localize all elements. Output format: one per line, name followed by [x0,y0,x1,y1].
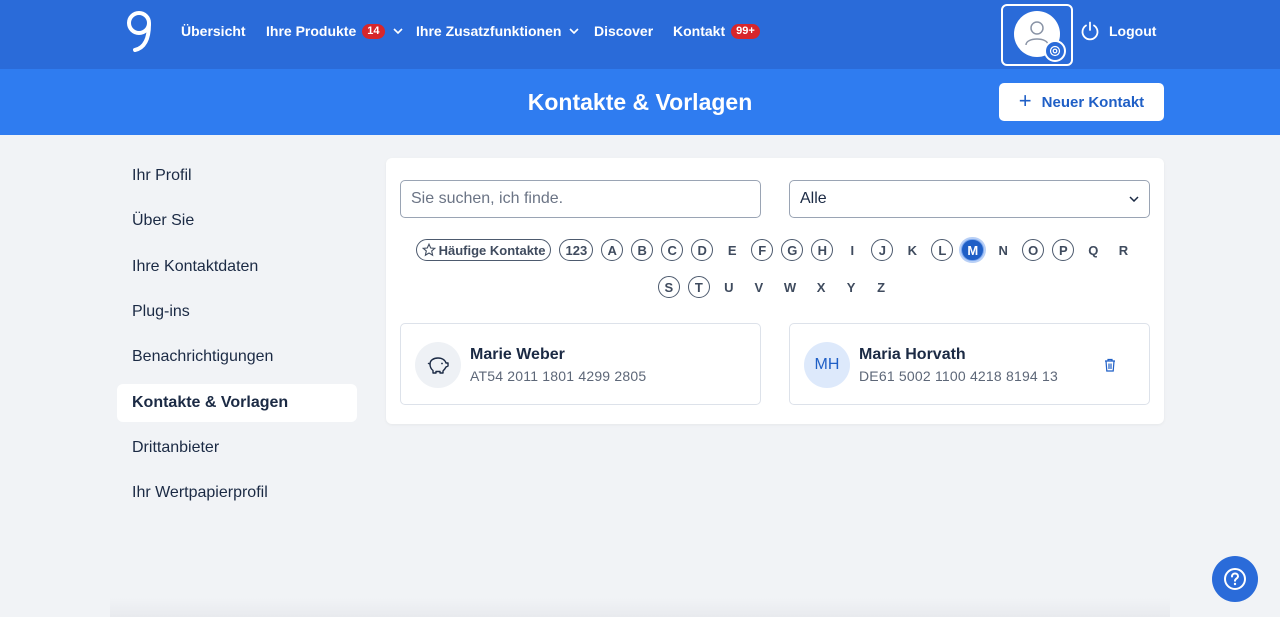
letter-filter-r[interactable]: R [1112,239,1134,261]
help-icon [1224,568,1246,590]
footer-edge [110,598,1170,617]
letter-filter-e[interactable]: E [721,239,743,261]
sidebar-item-label: Über Sie [132,212,195,229]
star-icon [421,243,436,257]
alphabet-filter-row-2: STUVWXYZ [386,276,1164,298]
filter-selected-value: Alle [800,190,827,207]
letter-filter-b[interactable]: B [631,239,654,261]
produkte-count-badge: 14 [362,23,385,39]
new-contact-button[interactable]: + Neuer Kontakt [999,83,1164,121]
nav-zusatzfunktionen[interactable]: Ihre Zusatzfunktionen [416,0,580,62]
nav-zusatzfunktionen-label: Ihre Zusatzfunktionen [416,23,562,39]
nav-discover[interactable]: Discover [594,0,653,62]
help-button[interactable] [1212,556,1258,602]
plus-icon: + [1018,88,1032,113]
sidebar-item-benachrichtigungen[interactable]: Benachrichtigungen [117,338,357,376]
sidebar-item-plugins[interactable]: Plug-ins [117,293,357,331]
sidebar-item-label: Ihre Kontaktdaten [132,258,259,275]
sidebar-item-wertpapierprofil[interactable]: Ihr Wertpapierprofil [117,474,357,512]
chevron-down-icon [1129,196,1139,202]
nav-produkte[interactable]: Ihre Produkte 14 [266,0,403,62]
sidebar-item-label: Benachrichtigungen [132,348,274,365]
chevron-down-icon [392,28,403,34]
letter-filter-a[interactable]: A [601,239,624,261]
letter-filter-c[interactable]: C [661,239,684,261]
profile-button[interactable] [1001,4,1073,66]
trash-icon[interactable] [1102,356,1118,374]
new-contact-label: Neuer Kontakt [1041,93,1145,111]
page-header: Kontakte & Vorlagen + Neuer Kontakt [0,69,1280,135]
contact-name: Maria Horvath [859,346,966,363]
logout-label: Logout [1109,23,1157,39]
letter-filter-u[interactable]: U [718,276,740,298]
contact-iban: DE61 5002 1100 4218 8194 13 [859,368,1058,384]
letter-filter-o[interactable]: O [1022,239,1045,261]
sidebar-item-label: Drittanbieter [132,439,220,456]
letter-filter-j[interactable]: J [871,239,894,261]
letter-filter-z[interactable]: Z [870,276,892,298]
sidebar-item-label: Ihr Wertpapierprofil [132,484,268,501]
top-navigation: Übersicht Ihre Produkte 14 Ihre Zusatzfu… [0,0,1280,69]
filter-select[interactable]: Alle [789,180,1150,218]
sidebar-item-drittanbieter[interactable]: Drittanbieter [117,429,357,467]
logout-button[interactable]: Logout [1080,0,1156,62]
sidebar-item-label: Kontakte & Vorlagen [132,394,289,411]
letter-filter-f[interactable]: F [751,239,774,261]
sidebar-item-label: Plug-ins [132,303,190,320]
contact-iban: AT54 2011 1801 4299 2805 [470,368,647,384]
letter-filter-s[interactable]: S [657,276,680,298]
letter-filter-q[interactable]: Q [1082,239,1104,261]
contact-card[interactable]: Marie Weber AT54 2011 1801 4299 2805 [400,323,761,405]
favorites-filter[interactable]: Häufige Kontakte [415,239,552,261]
letter-filter-n[interactable]: N [992,239,1014,261]
nav-kontakt[interactable]: Kontakt 99+ [673,0,760,62]
nav-uebersicht-label: Übersicht [181,23,246,39]
search-input[interactable] [400,180,761,218]
letter-filter-k[interactable]: K [901,239,923,261]
letter-filter-i[interactable]: I [841,239,863,261]
sidebar-item-label: Ihr Profil [132,167,192,184]
contact-initials-avatar: MH [804,342,850,388]
contact-card[interactable]: MH Maria Horvath DE61 5002 1100 4218 819… [789,323,1150,405]
sidebar-item-ueber-sie[interactable]: Über Sie [117,202,357,240]
chevron-down-icon [569,28,580,34]
favorites-filter-label: Häufige Kontakte [438,242,546,258]
letter-filter-w[interactable]: W [778,276,802,298]
sidebar-item-profil[interactable]: Ihr Profil [117,157,357,195]
sidebar-item-kontakte-vorlagen[interactable]: Kontakte & Vorlagen [117,384,357,422]
letter-filter-m[interactable]: M [961,239,985,261]
nav-kontakt-label: Kontakt [673,23,726,39]
letter-filter-l[interactable]: L [931,239,954,261]
letter-filter-t[interactable]: T [687,276,710,298]
kontakt-count-badge: 99+ [731,23,760,39]
letter-filter-p[interactable]: P [1052,239,1075,261]
letter-filter-g[interactable]: G [781,239,804,261]
alphabet-filter-row-1: Häufige Kontakte 123 ABCDEFGHIJKLMNOPQR [386,239,1164,261]
settings-icon [1044,40,1066,62]
contact-name: Marie Weber [470,346,565,363]
nav-uebersicht[interactable]: Übersicht [181,0,246,62]
letter-filter-d[interactable]: D [691,239,714,261]
sidebar-item-kontaktdaten[interactable]: Ihre Kontaktdaten [117,248,357,286]
letter-filter-h[interactable]: H [811,239,834,261]
letter-filter-v[interactable]: V [748,276,770,298]
brand-logo[interactable] [126,10,154,52]
numbers-filter[interactable]: 123 [559,239,594,261]
letter-filter-y[interactable]: Y [840,276,862,298]
contacts-panel: Alle Häufige Kontakte 123 ABCDEFGHIJKLMN… [386,158,1164,424]
power-icon [1081,21,1099,41]
letter-filter-x[interactable]: X [810,276,832,298]
piggy-bank-icon [415,342,461,388]
nav-produkte-label: Ihre Produkte [266,23,357,39]
nav-discover-label: Discover [594,23,654,39]
